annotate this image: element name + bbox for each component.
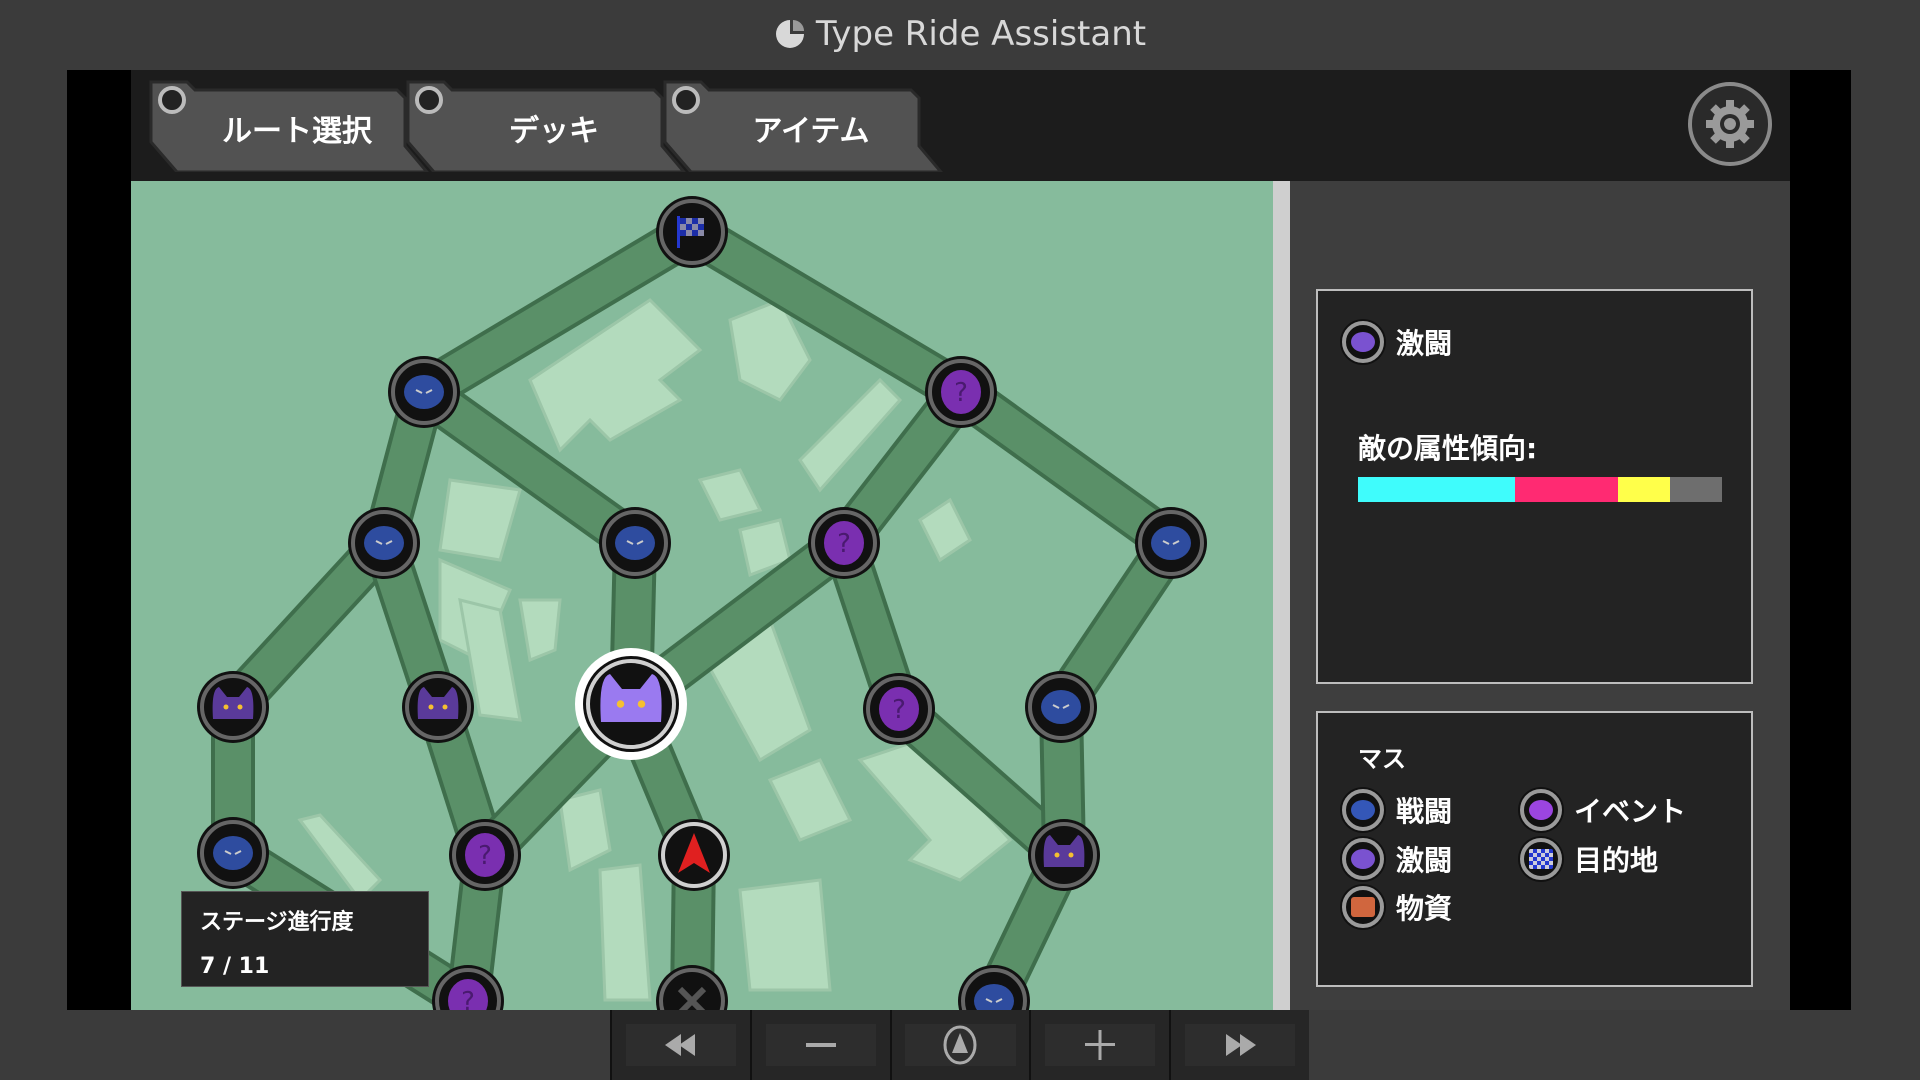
stage-progress-panel: ステージ進行度 7 / 11 xyxy=(181,891,429,987)
legend-label: 目的地 xyxy=(1574,839,1658,879)
goal-flag-icon xyxy=(1520,838,1562,880)
title-bar: Type Ride Assistant xyxy=(0,0,1920,68)
settings-button[interactable] xyxy=(1688,82,1772,166)
elite-node[interactable] xyxy=(402,671,474,743)
node-info-header: 激闘 xyxy=(1342,321,1452,363)
svg-text:?: ? xyxy=(892,695,906,725)
route-map[interactable]: ????? xyxy=(131,181,1273,1010)
battle-node[interactable] xyxy=(1135,507,1207,579)
svg-text:?: ? xyxy=(478,841,492,871)
tab-label: デッキ xyxy=(444,106,664,150)
current-elite-node[interactable] xyxy=(575,648,687,760)
svg-text:?: ? xyxy=(837,529,851,559)
tab-route-select[interactable]: ルート選択 xyxy=(147,76,437,172)
legend-label: 激闘 xyxy=(1396,839,1452,879)
battle-node[interactable] xyxy=(197,817,269,889)
legend-item-battle: 戦闘 xyxy=(1342,789,1452,831)
navigation-arrow-icon xyxy=(940,1025,980,1065)
gear-icon xyxy=(1702,96,1758,152)
player-node[interactable] xyxy=(658,819,730,891)
battle-node[interactable] xyxy=(348,507,420,579)
elite-node-icon xyxy=(1342,838,1384,880)
attribute-segment xyxy=(1358,477,1515,502)
battle-node[interactable] xyxy=(599,507,671,579)
rewind-icon xyxy=(661,1030,701,1060)
map-scrollbar[interactable] xyxy=(1273,181,1290,1010)
legend-title: マス xyxy=(1358,739,1406,774)
svg-text:?: ? xyxy=(954,378,968,408)
tab-label: アイテム xyxy=(701,106,921,150)
elite-node-icon xyxy=(1342,321,1384,363)
event-node-icon xyxy=(1520,789,1562,831)
goal-node[interactable] xyxy=(656,196,728,268)
legend-item-supply: 物資 xyxy=(1342,886,1452,928)
fast-forward-icon xyxy=(1220,1030,1260,1060)
app-title: Type Ride Assistant xyxy=(816,14,1146,54)
legend-item-event: イベント xyxy=(1520,789,1686,831)
legend-item-elite: 激闘 xyxy=(1342,838,1452,880)
battle-node[interactable] xyxy=(388,356,460,428)
battle-node[interactable] xyxy=(1025,671,1097,743)
stage-progress-label: ステージ進行度 xyxy=(200,904,410,936)
route-map-canvas[interactable]: ????? xyxy=(131,181,1273,1010)
event-node[interactable]: ? xyxy=(449,819,521,891)
attribute-tendency-bar xyxy=(1358,477,1722,502)
legend-label: 戦闘 xyxy=(1396,790,1452,830)
attribute-tendency-label: 敵の属性傾向: xyxy=(1358,427,1537,467)
minus-icon xyxy=(801,1030,841,1060)
tab-label: ルート選択 xyxy=(187,106,407,150)
supply-chest-icon xyxy=(1342,886,1384,928)
plus-icon xyxy=(1080,1025,1120,1065)
cleared-node[interactable] xyxy=(656,965,728,1010)
svg-text:?: ? xyxy=(461,987,475,1010)
zoom-in-button[interactable] xyxy=(1029,1010,1169,1080)
event-node[interactable]: ? xyxy=(925,356,997,428)
event-node[interactable]: ? xyxy=(808,507,880,579)
legend-panel: マス 戦闘 イベント 激闘 目的地 物資 xyxy=(1316,711,1753,987)
legend-item-goal: 目的地 xyxy=(1520,838,1658,880)
rewind-button[interactable] xyxy=(610,1010,750,1080)
node-info-panel: 激闘 敵の属性傾向: xyxy=(1316,289,1753,684)
zoom-out-button[interactable] xyxy=(750,1010,890,1080)
event-node[interactable]: ? xyxy=(863,673,935,745)
tab-items[interactable]: アイテム xyxy=(661,76,951,172)
legend-label: 物資 xyxy=(1396,887,1452,927)
elite-node[interactable] xyxy=(1028,819,1100,891)
center-map-button[interactable] xyxy=(890,1010,1030,1080)
attribute-segment xyxy=(1670,477,1722,502)
tab-deck[interactable]: デッキ xyxy=(404,76,694,172)
node-type-label: 激闘 xyxy=(1396,322,1452,362)
map-toolbar xyxy=(610,1010,1309,1080)
attribute-segment xyxy=(1515,477,1619,502)
elite-node[interactable] xyxy=(197,671,269,743)
stage-progress-value: 7 / 11 xyxy=(200,954,410,979)
attribute-segment xyxy=(1618,477,1670,502)
battle-node-icon xyxy=(1342,789,1384,831)
legend-label: イベント xyxy=(1574,790,1686,830)
fast-forward-button[interactable] xyxy=(1169,1010,1309,1080)
app-logo-icon xyxy=(774,18,806,50)
